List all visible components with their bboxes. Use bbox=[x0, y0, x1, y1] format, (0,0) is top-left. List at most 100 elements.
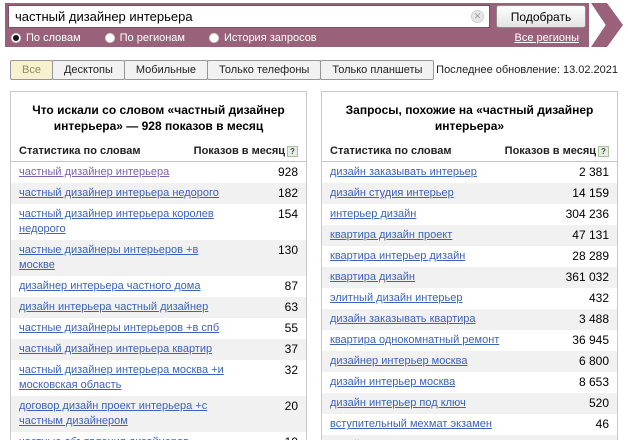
left-rows: частный дизайнер интерьера 928 частный д… bbox=[11, 162, 306, 440]
table-row: дизайн заказывать квартира 3 488 bbox=[322, 309, 617, 330]
impressions-count: 28 289 bbox=[572, 249, 609, 264]
keyword-link[interactable]: дизайн заказывать интерьер bbox=[330, 165, 477, 180]
right-panel: Запросы, похожие на «частный дизайнер ин… bbox=[321, 91, 618, 440]
impressions-count: 361 032 bbox=[566, 270, 609, 285]
search-bar: ✕ Подобрать По словам По регионам Истори… bbox=[5, 3, 623, 47]
table-row: частный дизайнер интерьера 928 bbox=[11, 162, 306, 183]
right-column-headers: Статистика по словам Показов в месяц ? bbox=[322, 143, 617, 162]
keyword-link[interactable]: интерьер дизайн bbox=[330, 207, 416, 222]
keyword-link[interactable]: квартира интерьер дизайн bbox=[330, 249, 465, 264]
table-row: квартира однокомнатный ремонт 36 945 bbox=[322, 330, 617, 351]
table-row: дизайн студия интерьер 14 159 bbox=[322, 183, 617, 204]
keyword-link[interactable]: частный дизайнер интерьера bbox=[19, 165, 169, 180]
table-row: интерьер дизайн 304 236 bbox=[322, 204, 617, 225]
keyword-link[interactable]: дизайн заказывать квартира bbox=[330, 312, 476, 327]
all-regions-link[interactable]: Все регионы bbox=[514, 32, 579, 44]
impressions-count: 19 bbox=[285, 435, 298, 440]
impressions-count: 8 653 bbox=[579, 375, 609, 390]
impressions-count: 47 131 bbox=[572, 228, 609, 243]
mode-radio[interactable]: По словам bbox=[11, 32, 81, 44]
table-row: дизайн интерьер москва 8 653 bbox=[322, 372, 617, 393]
help-icon[interactable]: ? bbox=[598, 146, 609, 157]
keyword-link[interactable]: дизайн интерьер москва bbox=[330, 375, 455, 390]
device-tab[interactable]: Только телефоны bbox=[207, 60, 321, 80]
left-panel-title: Что искали со словом «частный дизайнер и… bbox=[11, 92, 306, 143]
keyword-link[interactable]: частные дизайнеры интерьеров +в москве bbox=[19, 243, 237, 273]
table-row: дизайнер интерьера частного дома 87 bbox=[11, 276, 306, 297]
table-row: частные дизайнеры интерьеров +в спб 55 bbox=[11, 318, 306, 339]
impressions-count: 87 bbox=[285, 279, 298, 294]
clear-search-icon[interactable]: ✕ bbox=[471, 10, 484, 23]
keyword-link[interactable]: дизайнер интерьера частного дома bbox=[19, 279, 200, 294]
table-row: дизайн заказывать интерьер 2 381 bbox=[322, 162, 617, 183]
device-tabs: Все Десктопы Мобильные Только телефоны Т… bbox=[10, 60, 618, 80]
keyword-link[interactable]: элитный дизайн интерьер bbox=[330, 291, 463, 306]
impressions-count: 63 bbox=[285, 300, 298, 315]
keyword-link[interactable]: квартира дизайн bbox=[330, 270, 415, 285]
submit-button[interactable]: Подобрать bbox=[496, 5, 586, 28]
table-row: частный дизайнер интерьера москва +и мос… bbox=[11, 360, 306, 396]
impressions-count: 2 381 bbox=[579, 165, 609, 180]
impressions-count: 14 159 bbox=[572, 186, 609, 201]
device-tab[interactable]: Только планшеты bbox=[320, 60, 434, 80]
table-row: квартира дизайн 361 032 bbox=[322, 267, 617, 288]
search-input[interactable] bbox=[8, 5, 490, 28]
impressions-count: 20 bbox=[285, 399, 298, 429]
device-tab[interactable]: Все bbox=[10, 60, 53, 80]
table-row: дизайн интерьер под ключ 520 bbox=[322, 393, 617, 414]
radio-icon bbox=[105, 33, 115, 43]
device-tab[interactable]: Десктопы bbox=[52, 60, 125, 80]
table-row: квартира дизайн проект 47 131 bbox=[322, 225, 617, 246]
mode-radio-group: По словам По регионам История запросов В… bbox=[8, 29, 586, 46]
keyword-link[interactable]: частные объявления дизайнеров интерьера bbox=[19, 435, 237, 440]
keyword-column-header: Статистика по словам bbox=[19, 145, 141, 157]
keyword-link[interactable]: дизайн студия интерьер bbox=[330, 186, 454, 201]
keyword-link[interactable]: вступительный мехмат экзамен bbox=[330, 417, 492, 432]
keyword-link[interactable]: дизайнер интерьер москва bbox=[330, 354, 467, 369]
table-row: дизайнер спб интерьер 3 090 bbox=[322, 435, 617, 440]
keyword-column-header: Статистика по словам bbox=[330, 145, 452, 157]
table-row: частный дизайнер интерьера королев недор… bbox=[11, 204, 306, 240]
table-row: частные дизайнеры интерьеров +в москве 1… bbox=[11, 240, 306, 276]
impressions-count: 130 bbox=[278, 243, 298, 273]
table-row: частный дизайнер интерьера недорого 182 bbox=[11, 183, 306, 204]
impressions-count: 6 800 bbox=[579, 354, 609, 369]
keyword-link[interactable]: дизайн интерьер под ключ bbox=[330, 396, 466, 411]
help-icon[interactable]: ? bbox=[287, 146, 298, 157]
results-area: Что искали со словом «частный дизайнер и… bbox=[10, 91, 618, 440]
last-update-text: Последнее обновление: 13.02.2021 bbox=[436, 64, 618, 76]
table-row: частные объявления дизайнеров интерьера … bbox=[11, 432, 306, 440]
table-row: квартира интерьер дизайн 28 289 bbox=[322, 246, 617, 267]
impressions-count: 46 bbox=[596, 417, 609, 432]
table-row: элитный дизайн интерьер 432 bbox=[322, 288, 617, 309]
impressions-count: 432 bbox=[589, 291, 609, 306]
keyword-link[interactable]: частные дизайнеры интерьеров +в спб bbox=[19, 321, 219, 336]
keyword-link[interactable]: частный дизайнер интерьера квартир bbox=[19, 342, 212, 357]
table-row: частный дизайнер интерьера квартир 37 bbox=[11, 339, 306, 360]
keyword-link[interactable]: дизайн интерьера частный дизайнер bbox=[19, 300, 208, 315]
keyword-link[interactable]: частный дизайнер интерьера королев недор… bbox=[19, 207, 237, 237]
left-panel: Что искали со словом «частный дизайнер и… bbox=[10, 91, 307, 440]
impressions-count: 928 bbox=[278, 165, 298, 180]
radio-icon bbox=[11, 33, 21, 43]
keyword-link[interactable]: договор дизайн проект интерьера +с частн… bbox=[19, 399, 237, 429]
table-row: дизайнер интерьер москва 6 800 bbox=[322, 351, 617, 372]
impressions-count: 3 488 bbox=[579, 312, 609, 327]
device-tab[interactable]: Мобильные bbox=[124, 60, 208, 80]
keyword-link[interactable]: частный дизайнер интерьера москва +и мос… bbox=[19, 363, 237, 393]
impressions-count: 304 236 bbox=[566, 207, 609, 222]
keyword-link[interactable]: частный дизайнер интерьера недорого bbox=[19, 186, 219, 201]
mode-radio[interactable]: История запросов bbox=[209, 32, 317, 44]
device-tab-label: Все bbox=[22, 64, 41, 76]
table-row: дизайн интерьера частный дизайнер 63 bbox=[11, 297, 306, 318]
device-tab-label: Мобильные bbox=[136, 64, 196, 76]
mode-radio-label: По регионам bbox=[120, 32, 185, 44]
impressions-count: 37 bbox=[285, 342, 298, 357]
mode-radio[interactable]: По регионам bbox=[105, 32, 185, 44]
table-row: договор дизайн проект интерьера +с частн… bbox=[11, 396, 306, 432]
keyword-link[interactable]: квартира дизайн проект bbox=[330, 228, 452, 243]
impressions-count: 520 bbox=[589, 396, 609, 411]
search-bar-background: ✕ Подобрать По словам По регионам Истори… bbox=[5, 3, 589, 47]
keyword-link[interactable]: квартира однокомнатный ремонт bbox=[330, 333, 499, 348]
right-rows: дизайн заказывать интерьер 2 381 дизайн … bbox=[322, 162, 617, 440]
